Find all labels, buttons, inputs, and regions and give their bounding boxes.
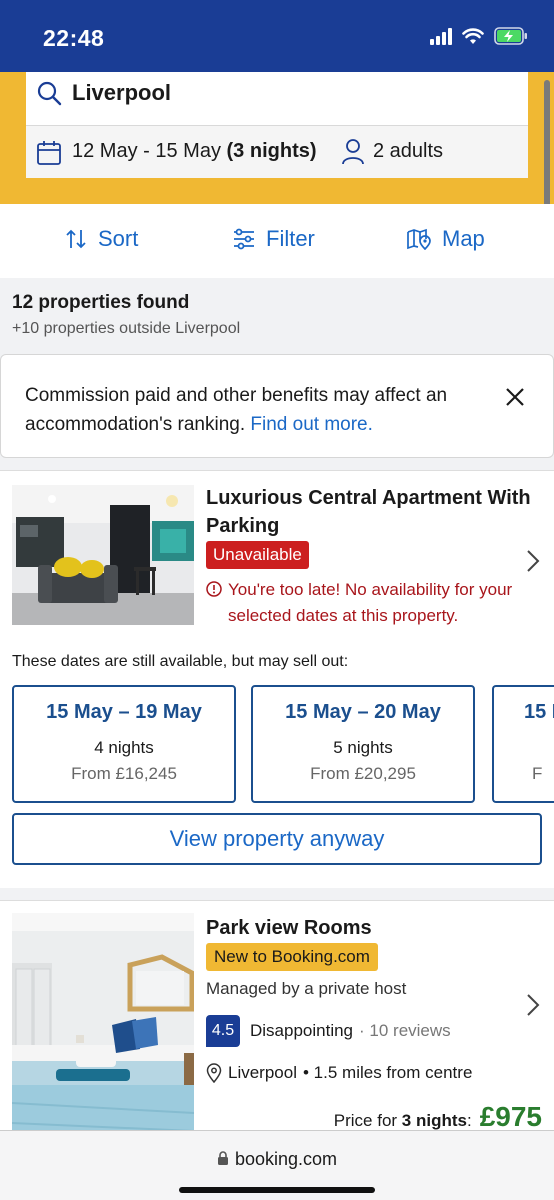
location-city: Liverpool — [228, 1063, 297, 1082]
destination-field[interactable]: Liverpool — [26, 72, 528, 126]
map-icon — [407, 228, 431, 250]
results-toolbar: Sort Filter Map — [0, 204, 554, 278]
warning-text: You're too late! No availability for you… — [228, 580, 513, 625]
view-property-anyway-button[interactable]: View property anyway — [12, 813, 542, 865]
alt-date-range: 15 May – 20 May — [285, 701, 441, 723]
unavailable-badge: Unavailable — [206, 541, 309, 569]
price-for-text: Price for — [333, 1111, 398, 1130]
price-nights: 3 nights — [401, 1111, 467, 1130]
review-score-label: Disappointing — [250, 1021, 354, 1040]
lock-icon — [217, 1151, 228, 1165]
filter-label: Filter — [266, 226, 315, 251]
status-bar: 22:48 — [0, 0, 554, 72]
filter-button[interactable]: Filter — [232, 226, 315, 252]
property-name[interactable]: Luxurious Central Apartment With Parking — [206, 484, 546, 540]
date-range: 12 May - 15 May — [72, 140, 221, 162]
dates-value[interactable]: 12 May - 15 May (3 nights) — [72, 140, 317, 163]
close-icon[interactable] — [501, 383, 529, 411]
filter-sliders-icon — [234, 228, 254, 250]
notice-text: Commission paid and other benefits may a… — [25, 381, 485, 439]
alt-price: From £20,295 — [310, 764, 416, 783]
alt-price: F — [532, 764, 543, 783]
alternative-date-option[interactable]: 15 May – 19 May 4 nights From £16,245 — [12, 685, 236, 803]
nights-count: (3 nights) — [226, 140, 317, 162]
price-value: £975 — [479, 1101, 542, 1132]
url-display[interactable]: booking.com — [0, 1149, 554, 1170]
map-label: Map — [442, 226, 485, 251]
price-label: Price for 3 nights: — [334, 1111, 472, 1131]
ranking-notice: Commission paid and other benefits may a… — [0, 354, 554, 458]
alternative-date-option[interactable]: 15 M F — [492, 685, 554, 803]
wifi-icon — [462, 27, 484, 44]
alt-nights: 5 nights — [333, 738, 393, 757]
distance-from-centre: • 1.5 miles from centre — [303, 1063, 473, 1082]
scrollbar[interactable] — [544, 80, 550, 214]
property-location: Liverpool • 1.5 miles from centre — [206, 1063, 472, 1083]
property-name[interactable]: Park view Rooms — [206, 914, 546, 942]
property-photo[interactable] — [12, 913, 194, 1141]
dates-guests-row[interactable]: 12 May - 15 May (3 nights) 2 adults — [26, 126, 528, 178]
map-button[interactable]: Map — [406, 226, 485, 252]
calendar-icon — [37, 141, 61, 165]
destination-value: Liverpool — [72, 80, 172, 105]
notice-message: Commission paid and other benefits may a… — [25, 385, 448, 435]
availability-warning: You're too late! No availability for you… — [206, 577, 526, 629]
search-box: Liverpool 12 May - 15 May (3 nights) 2 a… — [24, 72, 530, 178]
warning-icon — [206, 581, 222, 597]
review-score-badge: 4.5 — [206, 1015, 240, 1047]
host-type: Managed by a private host — [206, 979, 407, 998]
results-count: 12 properties found — [12, 292, 190, 313]
sort-label: Sort — [98, 226, 139, 251]
alt-date-range: 15 M — [524, 701, 554, 723]
alt-nights — [524, 738, 554, 758]
sort-button[interactable]: Sort — [64, 226, 138, 252]
cellular-signal-icon — [430, 27, 452, 45]
alternative-date-option[interactable]: 15 May – 20 May 5 nights From £20,295 — [251, 685, 475, 803]
review-rating: 4.5 Disappointing · 10 reviews — [206, 1015, 451, 1047]
battery-charging-icon — [494, 27, 527, 45]
search-header: Liverpool 12 May - 15 May (3 nights) 2 a… — [0, 72, 554, 204]
search-icon — [37, 81, 62, 106]
alternative-dates-heading: These dates are still available, but may… — [12, 653, 349, 670]
property-photo[interactable] — [12, 485, 194, 625]
find-out-more-link[interactable]: Find out more. — [250, 414, 373, 435]
review-count: · 10 reviews — [359, 1021, 451, 1040]
results-outside-count: +10 properties outside Liverpool — [12, 320, 241, 337]
url-text: booking.com — [234, 1149, 338, 1169]
browser-url-bar[interactable]: booking.com — [0, 1130, 554, 1200]
guests-value[interactable]: 2 adults — [373, 140, 443, 163]
chevron-right-icon[interactable] — [526, 549, 540, 573]
property-card[interactable]: Park view Rooms New to Booking.com Manag… — [0, 900, 554, 1141]
price-colon: : — [466, 1111, 472, 1130]
status-icons — [430, 27, 528, 45]
property-card[interactable]: Luxurious Central Apartment With Parking… — [0, 470, 554, 888]
status-time: 22:48 — [43, 25, 105, 51]
alt-date-range: 15 May – 19 May — [46, 701, 202, 723]
price-block: Price for 3 nights: £975 — [334, 1101, 542, 1133]
chevron-right-icon[interactable] — [526, 993, 540, 1017]
location-pin-icon — [206, 1063, 222, 1083]
sort-arrows-icon — [66, 229, 86, 249]
alt-nights: 4 nights — [94, 738, 154, 757]
user-icon — [342, 139, 364, 165]
alt-price: From £16,245 — [71, 764, 177, 783]
home-indicator[interactable] — [179, 1187, 375, 1193]
new-to-booking-badge: New to Booking.com — [206, 943, 378, 971]
